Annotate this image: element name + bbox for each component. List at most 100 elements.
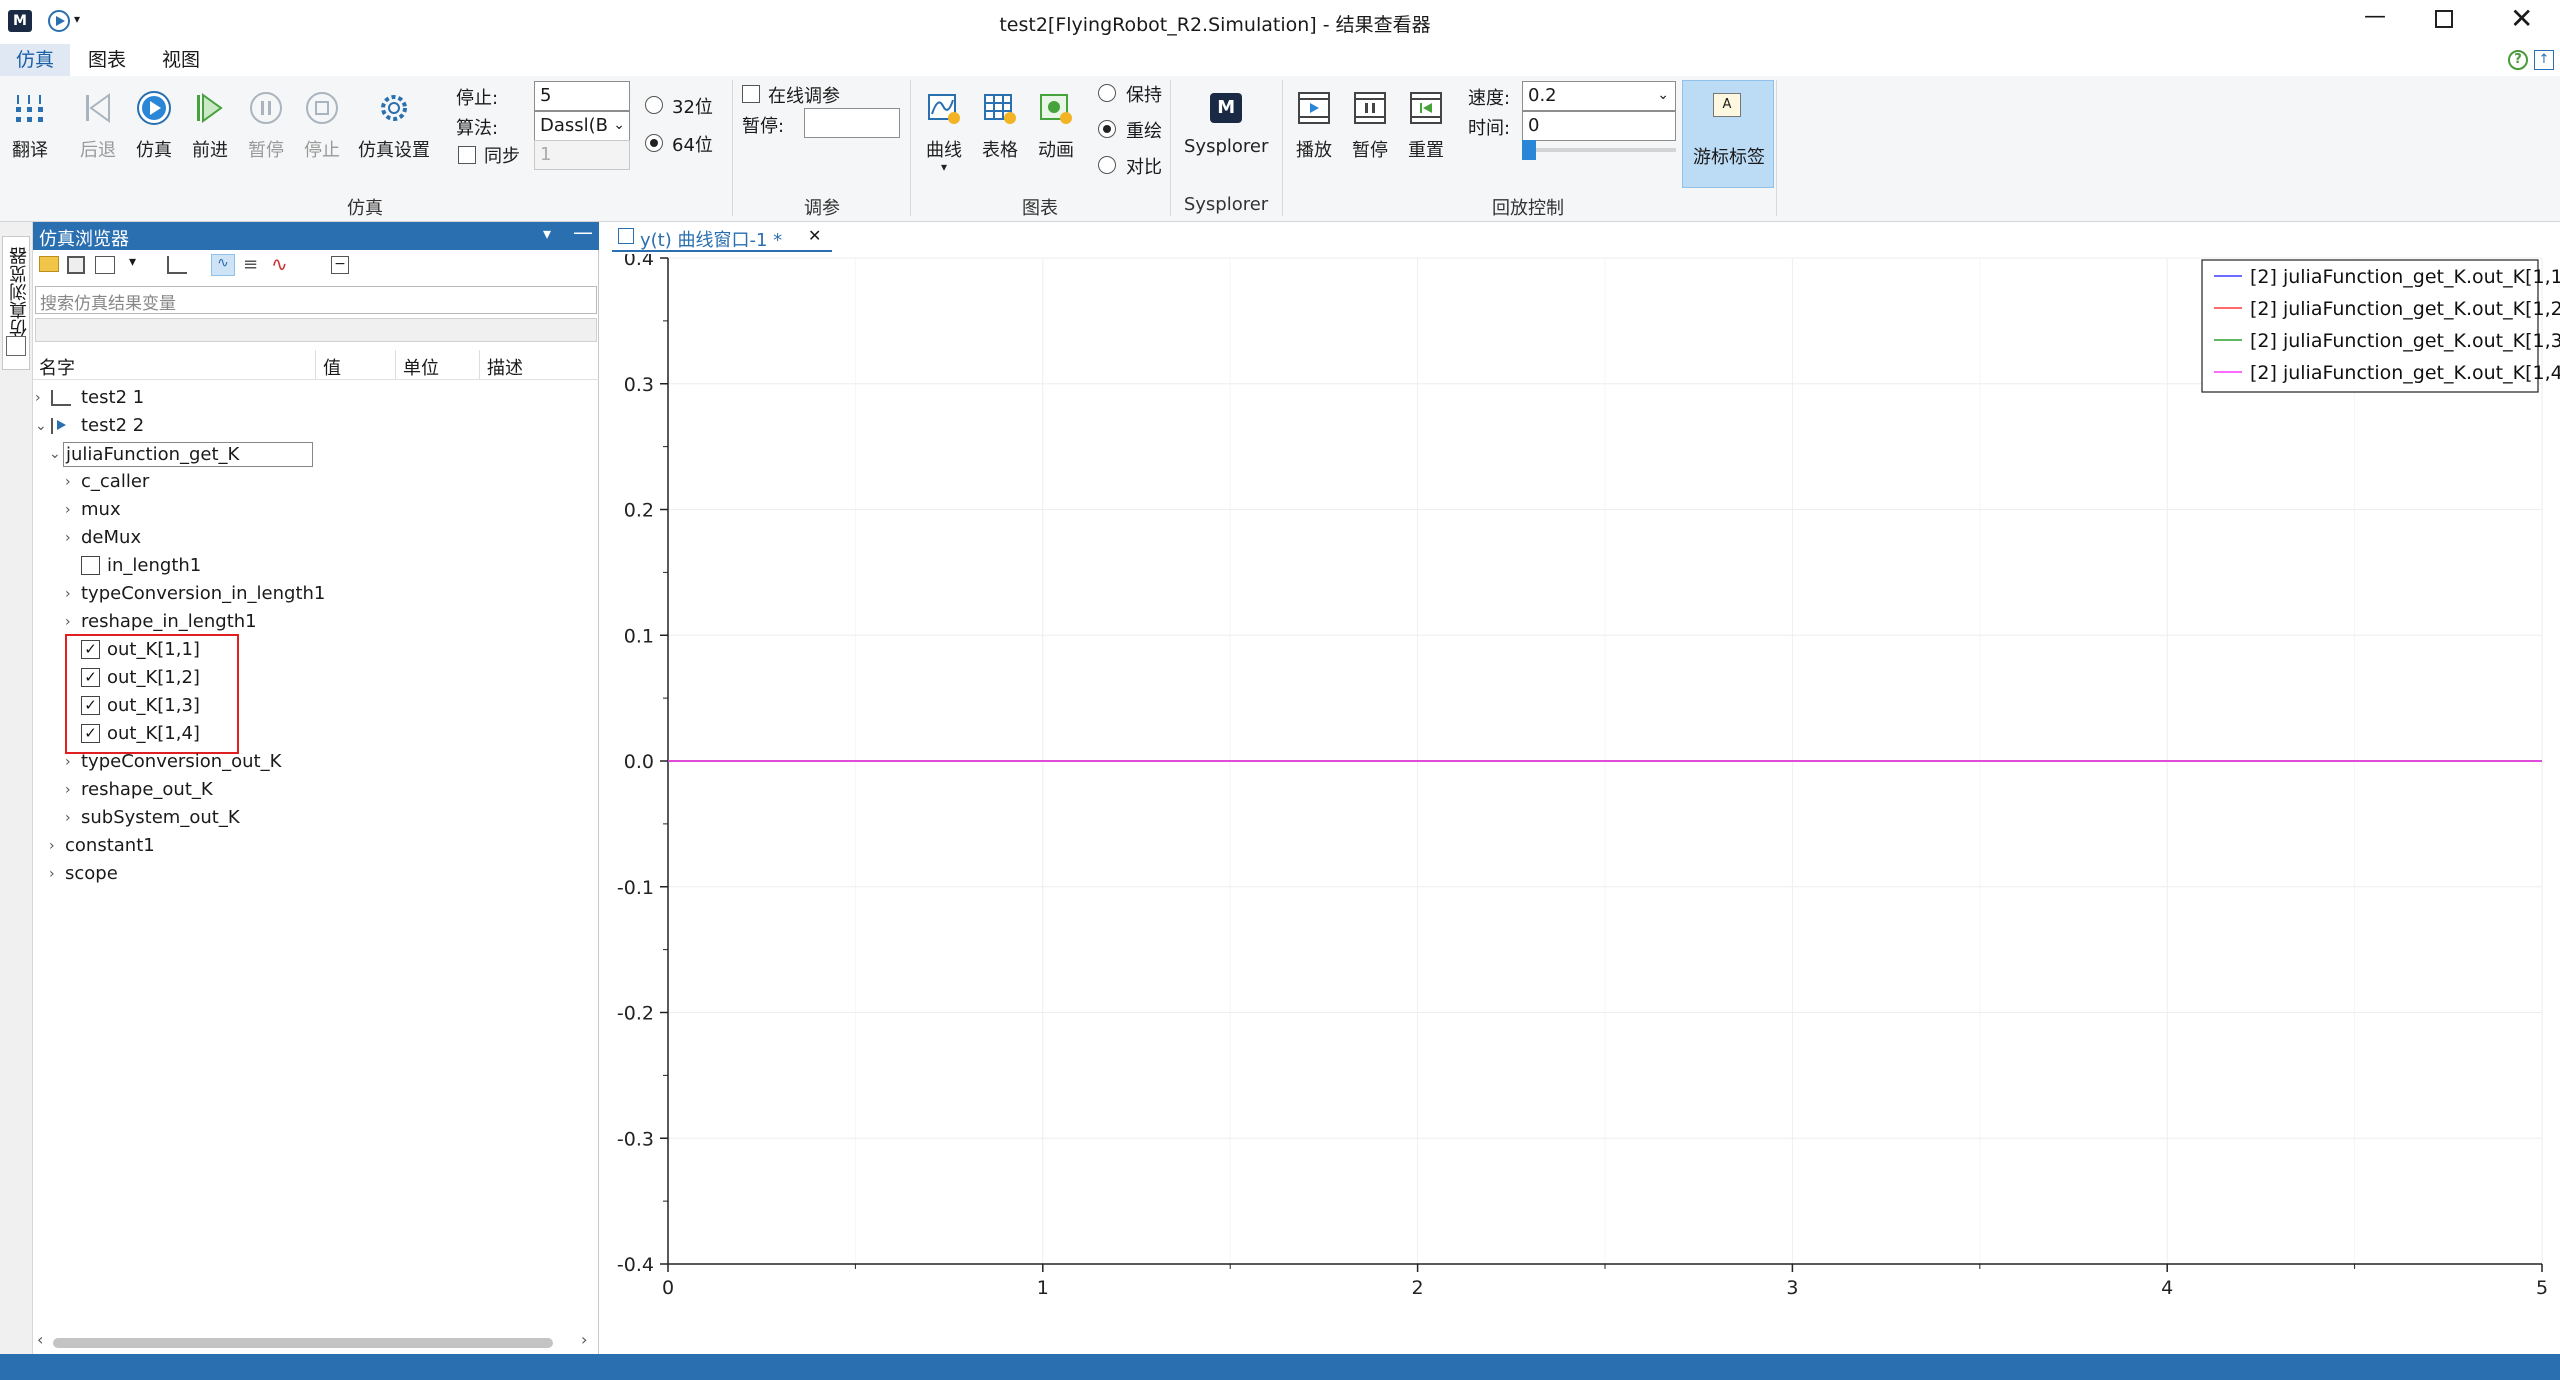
playback-slider-track[interactable] bbox=[1522, 148, 1676, 152]
column-value[interactable]: 值 bbox=[323, 354, 341, 380]
cursor-label-button[interactable]: A 游标标签 bbox=[1682, 80, 1774, 188]
radio-32bit[interactable] bbox=[645, 96, 663, 114]
sim-settings-button[interactable]: 仿真设置 bbox=[358, 88, 430, 162]
column-desc[interactable]: 描述 bbox=[487, 354, 523, 380]
title-bar: M ▾ test2[FlyingRobot_R2.Simulation] - 结… bbox=[0, 0, 2560, 44]
dropdown-arrow-icon[interactable]: ▾ bbox=[129, 254, 136, 270]
expand-arrow-icon[interactable]: › bbox=[65, 608, 71, 636]
sync-input[interactable]: 1 bbox=[534, 140, 630, 170]
menu-sim[interactable]: 仿真 bbox=[0, 44, 70, 76]
chart-result-icon bbox=[51, 390, 71, 406]
pause-time-input[interactable] bbox=[804, 108, 900, 138]
panel-minimize-icon[interactable]: — bbox=[573, 220, 593, 244]
step-back-icon bbox=[78, 88, 118, 128]
playback-slider-thumb[interactable] bbox=[1522, 140, 1536, 160]
column-name[interactable]: 名字 bbox=[39, 354, 75, 380]
table-button[interactable]: 表格 bbox=[980, 88, 1020, 162]
axis-chart-icon[interactable] bbox=[167, 256, 187, 274]
sysplorer-button[interactable]: M Sysplorer bbox=[1184, 88, 1268, 157]
group-chart-label: 图表 bbox=[1022, 198, 1058, 219]
minimize-button[interactable]: — bbox=[2360, 4, 2390, 34]
help-icon[interactable]: ? bbox=[2508, 50, 2528, 70]
radio-64bit[interactable] bbox=[645, 134, 663, 152]
close-tab-icon[interactable]: ✕ bbox=[808, 226, 821, 245]
column-unit[interactable]: 单位 bbox=[403, 354, 439, 380]
animation-button[interactable]: 动画 bbox=[1036, 88, 1076, 162]
translate-button[interactable]: 翻译 bbox=[10, 88, 50, 162]
ribbon-separator bbox=[910, 80, 911, 216]
search-input[interactable]: 搜索仿真结果变量 bbox=[35, 286, 597, 314]
expand-arrow-icon[interactable]: › bbox=[49, 860, 55, 888]
scroll-right-icon[interactable]: › bbox=[581, 1330, 587, 1349]
x-tick-label: 1 bbox=[1037, 1277, 1049, 1299]
x-tick-label: 2 bbox=[1412, 1277, 1424, 1299]
collapse-arrow-icon[interactable]: ⌄ bbox=[35, 412, 47, 440]
curve-mode-icon[interactable]: ∿ bbox=[211, 254, 235, 276]
status-bar bbox=[0, 1354, 2560, 1380]
time-label: 时间: bbox=[1468, 118, 1511, 139]
expand-arrow-icon[interactable]: › bbox=[65, 804, 71, 832]
open-folder-icon[interactable] bbox=[39, 256, 59, 272]
radio-keep[interactable] bbox=[1098, 84, 1116, 102]
collapse-arrow-icon[interactable]: ⌄ bbox=[49, 440, 61, 468]
speed-label: 速度: bbox=[1468, 88, 1511, 109]
highlight-box bbox=[65, 634, 239, 754]
pause-sim-button[interactable]: 暂停 bbox=[246, 88, 286, 162]
menu-view[interactable]: 视图 bbox=[162, 44, 200, 76]
ribbon-separator bbox=[732, 80, 733, 216]
save-icon[interactable] bbox=[67, 256, 85, 274]
algorithm-select[interactable]: Dassl(B ⌄ bbox=[534, 111, 630, 141]
horizontal-scrollbar[interactable]: ‹ › bbox=[33, 1330, 599, 1352]
list-mode-icon[interactable]: ≡ bbox=[243, 254, 258, 275]
radio-redraw[interactable] bbox=[1098, 120, 1116, 138]
radio-compare[interactable] bbox=[1098, 156, 1116, 174]
stop-time-label: 停止: bbox=[456, 88, 499, 109]
y-tick-label: 0.1 bbox=[624, 625, 654, 647]
y-tick-label: -0.2 bbox=[617, 1003, 654, 1025]
expand-arrow-icon[interactable]: › bbox=[65, 524, 71, 552]
forward-button[interactable]: 前进 bbox=[190, 88, 230, 162]
close-button[interactable]: ✕ bbox=[2510, 2, 2533, 35]
expand-arrow-icon[interactable]: › bbox=[35, 384, 41, 412]
time-input[interactable]: 0 bbox=[1522, 111, 1676, 141]
algorithm-label: 算法: bbox=[456, 118, 499, 139]
speed-select[interactable]: 0.2 ⌄ bbox=[1522, 81, 1676, 111]
y-tick-label: -0.3 bbox=[617, 1128, 654, 1150]
expand-arrow-icon[interactable]: › bbox=[49, 832, 55, 860]
wave-mode-icon[interactable]: ∿ bbox=[271, 252, 288, 276]
expand-arrow-icon[interactable]: › bbox=[65, 748, 71, 776]
expand-arrow-icon[interactable]: › bbox=[65, 776, 71, 804]
stop-sim-button[interactable]: 停止 bbox=[302, 88, 342, 162]
line-chart[interactable]: 0 1 2 3 4 5 0.4 0.3 0.2 0.1 0.0 -0.1 -0.2 -0.3 -0.4 [2]… bbox=[600, 254, 2560, 1354]
sync-checkbox[interactable] bbox=[458, 146, 476, 164]
panel-menu-icon[interactable]: ▾ bbox=[543, 224, 551, 243]
expand-ribbon-icon[interactable]: ↑ bbox=[2534, 50, 2554, 70]
simulate-button[interactable]: 仿真 bbox=[134, 88, 174, 162]
collapse-all-icon[interactable]: − bbox=[331, 256, 349, 274]
export-chart-icon[interactable] bbox=[95, 256, 115, 274]
expand-arrow-icon[interactable]: › bbox=[65, 580, 71, 608]
restore-button[interactable] bbox=[2435, 10, 2453, 28]
expand-arrow-icon[interactable]: › bbox=[65, 468, 71, 496]
sync-label: 同步 bbox=[484, 146, 520, 167]
stop-time-input[interactable]: 5 bbox=[534, 81, 630, 111]
pause-time-label: 暂停: bbox=[742, 116, 785, 137]
back-button[interactable]: 后退 bbox=[78, 88, 118, 162]
reset-playback-button[interactable]: 重置 bbox=[1406, 88, 1446, 162]
legend-label: [2] juliaFunction_get_K.out_K[1,2] bbox=[2250, 298, 2560, 320]
play-button[interactable]: 播放 bbox=[1294, 88, 1334, 162]
label-keep: 保持 bbox=[1126, 85, 1162, 106]
scrollbar-thumb[interactable] bbox=[53, 1338, 553, 1348]
online-tune-checkbox[interactable] bbox=[742, 85, 760, 103]
menu-chart[interactable]: 图表 bbox=[88, 44, 126, 76]
plot-tab[interactable]: y(t) 曲线窗口-1 * ✕ bbox=[612, 222, 832, 252]
curve-button[interactable]: 曲线 ▾ bbox=[924, 88, 964, 173]
film-reset-icon bbox=[1406, 88, 1446, 128]
variable-checkbox[interactable] bbox=[81, 556, 100, 575]
group-tune-label: 调参 bbox=[804, 198, 840, 219]
label-compare: 对比 bbox=[1126, 157, 1162, 178]
side-tab-chart-icon[interactable] bbox=[6, 336, 26, 356]
scroll-left-icon[interactable]: ‹ bbox=[37, 1330, 43, 1349]
expand-arrow-icon[interactable]: › bbox=[65, 496, 71, 524]
pause-playback-button[interactable]: 暂停 bbox=[1350, 88, 1390, 162]
